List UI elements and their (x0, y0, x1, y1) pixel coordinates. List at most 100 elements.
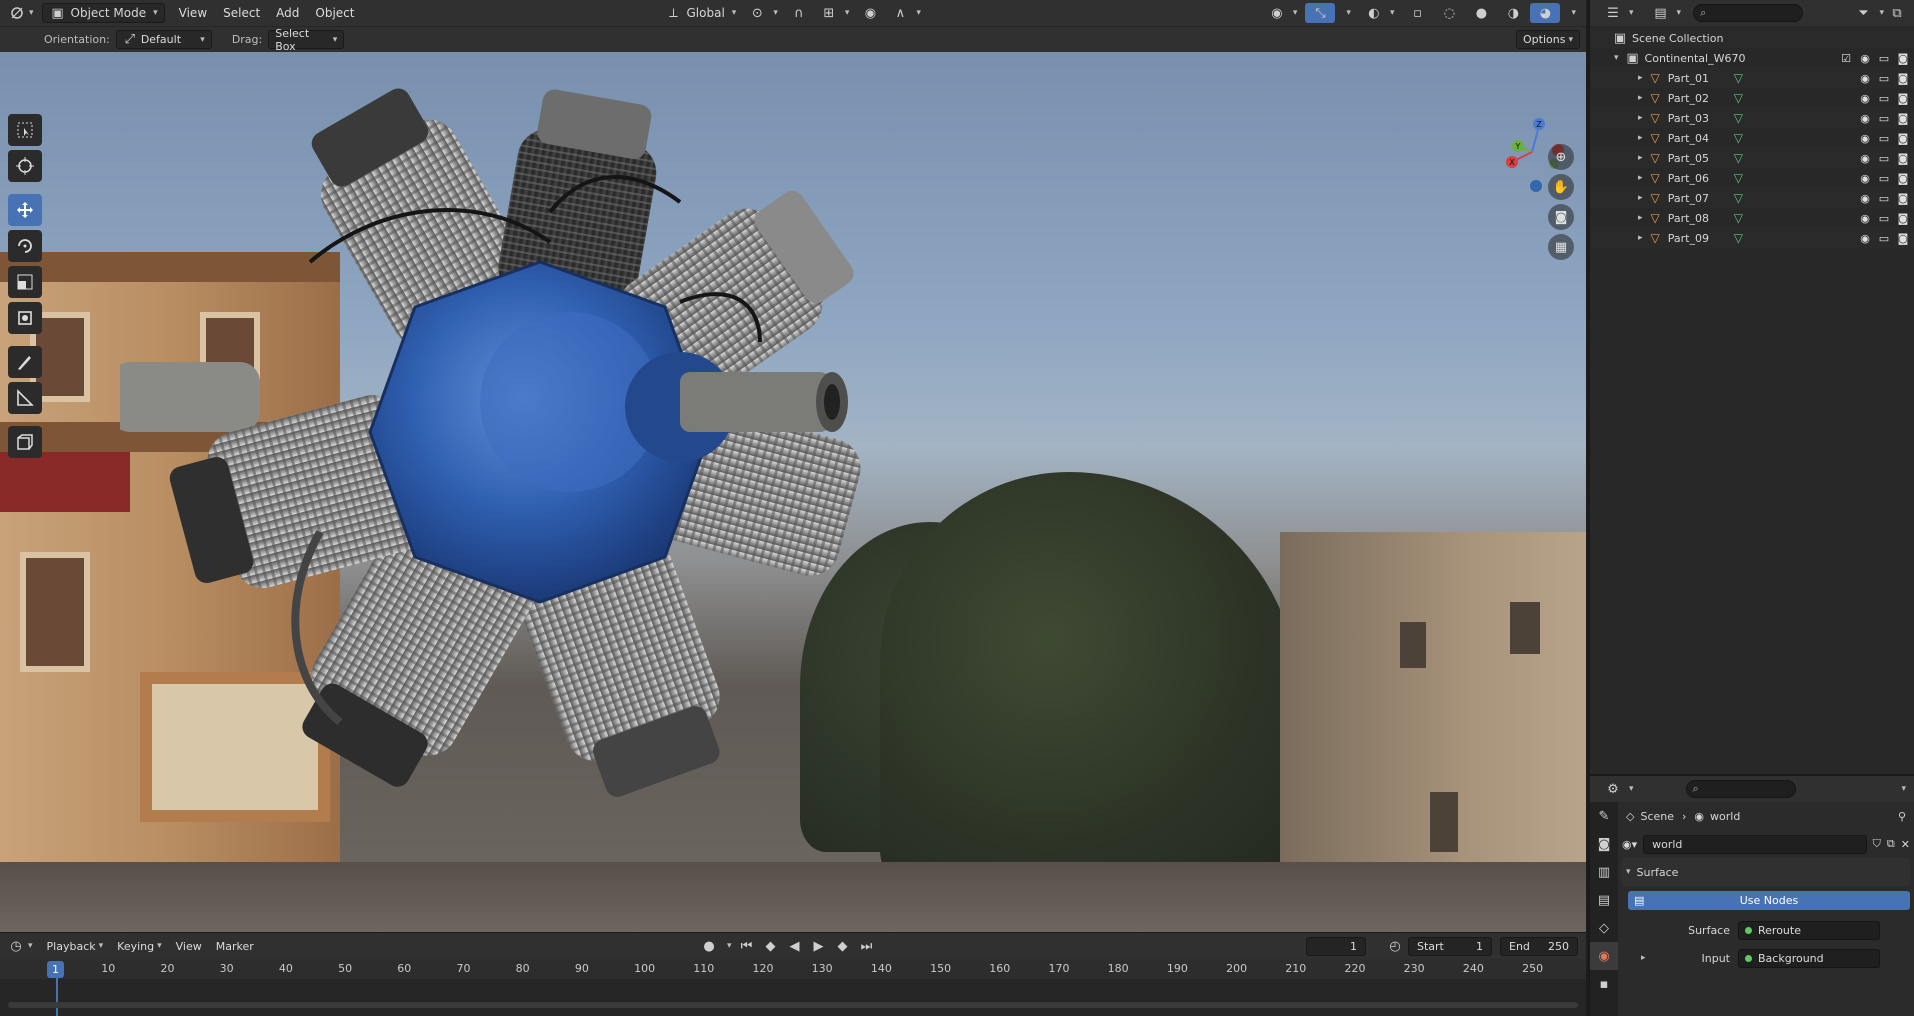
camera-icon[interactable]: ◙ (1896, 91, 1910, 105)
monitor-icon[interactable]: ▭ (1877, 111, 1891, 125)
shading-wireframe[interactable]: ◌ (1434, 3, 1464, 23)
outliner-item[interactable]: ▸ ▽ Part_09 ▽ ◉ ▭ ◙ (1590, 228, 1914, 248)
tab-collection[interactable]: ▪ (1590, 970, 1618, 998)
tab-tool[interactable]: ✎ (1590, 802, 1618, 830)
timeline-scrollbar[interactable] (8, 1002, 1578, 1008)
eye-icon[interactable]: ◉ (1858, 171, 1872, 185)
eye-icon[interactable]: ◉ (1858, 151, 1872, 165)
monitor-icon[interactable]: ▭ (1877, 71, 1891, 85)
expand-arrow-icon[interactable]: ▸ (1638, 133, 1643, 143)
camera-icon[interactable]: ◙ (1896, 171, 1910, 185)
outliner-item[interactable]: ▸ ▽ Part_08 ▽ ◉ ▭ ◙ (1590, 208, 1914, 228)
surface-panel-header[interactable]: ▾ Surface (1622, 858, 1910, 886)
camera-icon[interactable]: ◙ (1896, 151, 1910, 165)
duplicate-icon[interactable]: ⧉ (1887, 837, 1895, 851)
stopwatch-icon[interactable]: ◴ (1386, 937, 1404, 955)
xray-toggle[interactable]: ▫ (1402, 3, 1432, 23)
timeline-editor-type[interactable]: ◷ ▾ (0, 937, 40, 955)
proportional-edit-toggle[interactable]: ◉ (855, 3, 885, 23)
chevron-down-icon[interactable]: ▾ (1901, 784, 1906, 794)
tab-view-layer[interactable]: ▤ (1590, 886, 1618, 914)
outliner-item[interactable]: ▸ ▽ Part_07 ▽ ◉ ▭ ◙ (1590, 188, 1914, 208)
tab-world[interactable]: ◉ (1590, 942, 1618, 970)
monitor-icon[interactable]: ▭ (1877, 191, 1891, 205)
outliner-item[interactable]: ▸ ▽ Part_04 ▽ ◉ ▭ ◙ (1590, 128, 1914, 148)
outliner-item[interactable]: ▸ ▽ Part_03 ▽ ◉ ▭ ◙ (1590, 108, 1914, 128)
cursor-tool[interactable] (8, 150, 42, 182)
play-icon[interactable]: ▶ (810, 937, 828, 955)
outliner-item[interactable]: ▸ ▽ Part_02 ▽ ◉ ▭ ◙ (1590, 88, 1914, 108)
collection-row[interactable]: ▾ ▣ Continental_W670 ☑ ◉ ▭ ◙ (1590, 48, 1914, 68)
playhead-line[interactable] (56, 978, 58, 1016)
transform-orientation-dropdown[interactable]: ⟂ Global ▾ (659, 3, 743, 23)
orientation-dropdown[interactable]: ⤢ Default ▾ (115, 30, 212, 49)
outliner-item[interactable]: ▸ ▽ Part_01 ▽ ◉ ▭ ◙ (1590, 68, 1914, 88)
menu-select[interactable]: Select (215, 0, 268, 26)
scale-tool[interactable] (8, 266, 42, 298)
expand-arrow-icon[interactable]: ▸ (1638, 73, 1643, 83)
pan-view-button[interactable]: ✋ (1548, 174, 1574, 200)
monitor-icon[interactable]: ▭ (1877, 51, 1891, 65)
expand-arrow-icon[interactable]: ▸ (1638, 153, 1643, 163)
current-frame-field[interactable]: 1 (1306, 937, 1366, 956)
monitor-icon[interactable]: ▭ (1877, 151, 1891, 165)
overlay-toggle[interactable]: ◐ ▾ (1359, 3, 1401, 23)
surface-socket-field[interactable]: Reroute (1738, 920, 1880, 940)
snap-target-dropdown[interactable]: ⊞ ▾ (814, 3, 856, 23)
mesh-data-icon[interactable]: ▽ (1734, 231, 1743, 245)
new-collection-button[interactable]: ⧉ (1882, 3, 1912, 23)
outliner-editor-type[interactable]: ☰ ▾ (1598, 3, 1640, 23)
expand-arrow-icon[interactable]: ▸ (1641, 953, 1646, 963)
expand-arrow-icon[interactable]: ▸ (1638, 113, 1643, 123)
camera-icon[interactable]: ◙ (1896, 51, 1910, 65)
mesh-data-icon[interactable]: ▽ (1734, 71, 1743, 85)
expand-arrow-icon[interactable]: ▸ (1638, 213, 1643, 223)
camera-icon[interactable]: ◙ (1896, 191, 1910, 205)
use-nodes-button[interactable]: ▤ Use Nodes (1628, 890, 1910, 910)
add-cube-tool[interactable] (8, 426, 42, 458)
eye-icon[interactable]: ◉ (1858, 131, 1872, 145)
shading-dropdown[interactable]: ▾ (1562, 3, 1582, 23)
expand-arrow-icon[interactable]: ▸ (1638, 233, 1643, 243)
monitor-icon[interactable]: ▭ (1877, 131, 1891, 145)
monitor-icon[interactable]: ▭ (1877, 91, 1891, 105)
end-frame-field[interactable]: End 250 (1500, 937, 1578, 956)
select-box-tool[interactable] (8, 114, 42, 146)
eye-icon[interactable]: ◉ (1858, 211, 1872, 225)
mesh-data-icon[interactable]: ▽ (1734, 131, 1743, 145)
expand-arrow-icon[interactable]: ▾ (1614, 53, 1619, 63)
measure-tool[interactable] (8, 382, 42, 414)
shading-rendered[interactable]: ◕ (1530, 3, 1561, 23)
input-socket-field[interactable]: Background (1738, 948, 1880, 968)
frame-ruler[interactable]: 1 10 20 30 40 50 60 70 80 90 100 110 120 130 140 150 16… (0, 959, 1586, 979)
zoom-view-button[interactable]: ⊕ (1548, 144, 1574, 170)
eye-icon[interactable]: ◉ (1858, 91, 1872, 105)
camera-icon[interactable]: ◙ (1896, 231, 1910, 245)
fake-user-icon[interactable]: ⛉ (1873, 837, 1881, 851)
shading-material[interactable]: ◑ (1498, 3, 1528, 23)
mesh-data-icon[interactable]: ▽ (1734, 191, 1743, 205)
gizmo-toggle[interactable]: ⤡ (1305, 3, 1336, 23)
gizmo-dropdown[interactable]: ▾ (1337, 3, 1357, 23)
properties-search-input[interactable]: ⌕ (1685, 780, 1796, 798)
object-mode-dropdown[interactable]: ▣ Object Mode ▾ (41, 3, 165, 23)
monitor-icon[interactable]: ▭ (1877, 211, 1891, 225)
menu-object[interactable]: Object (307, 0, 362, 26)
eye-icon[interactable]: ◉ (1858, 111, 1872, 125)
next-keyframe-icon[interactable]: ◆ (834, 937, 852, 955)
camera-icon[interactable]: ◙ (1896, 211, 1910, 225)
options-dropdown[interactable]: Options ▾ (1516, 30, 1580, 49)
tab-output[interactable]: ▥ (1590, 858, 1618, 886)
expand-arrow-icon[interactable]: ▸ (1638, 173, 1643, 183)
timeline-track-area[interactable] (0, 979, 1586, 1016)
transform-tool[interactable] (8, 302, 42, 334)
menu-keying[interactable]: Keying ▾ (110, 940, 168, 953)
snap-toggle[interactable]: ∩ (784, 3, 814, 23)
play-reverse-icon[interactable]: ◀ (786, 937, 804, 955)
camera-icon[interactable]: ◙ (1896, 111, 1910, 125)
outliner-item[interactable]: ▸ ▽ Part_05 ▽ ◉ ▭ ◙ (1590, 148, 1914, 168)
world-name-field[interactable]: world (1643, 834, 1867, 854)
mesh-data-icon[interactable]: ▽ (1734, 91, 1743, 105)
radial-engine-model[interactable] (120, 62, 1070, 932)
camera-icon[interactable]: ◙ (1896, 131, 1910, 145)
